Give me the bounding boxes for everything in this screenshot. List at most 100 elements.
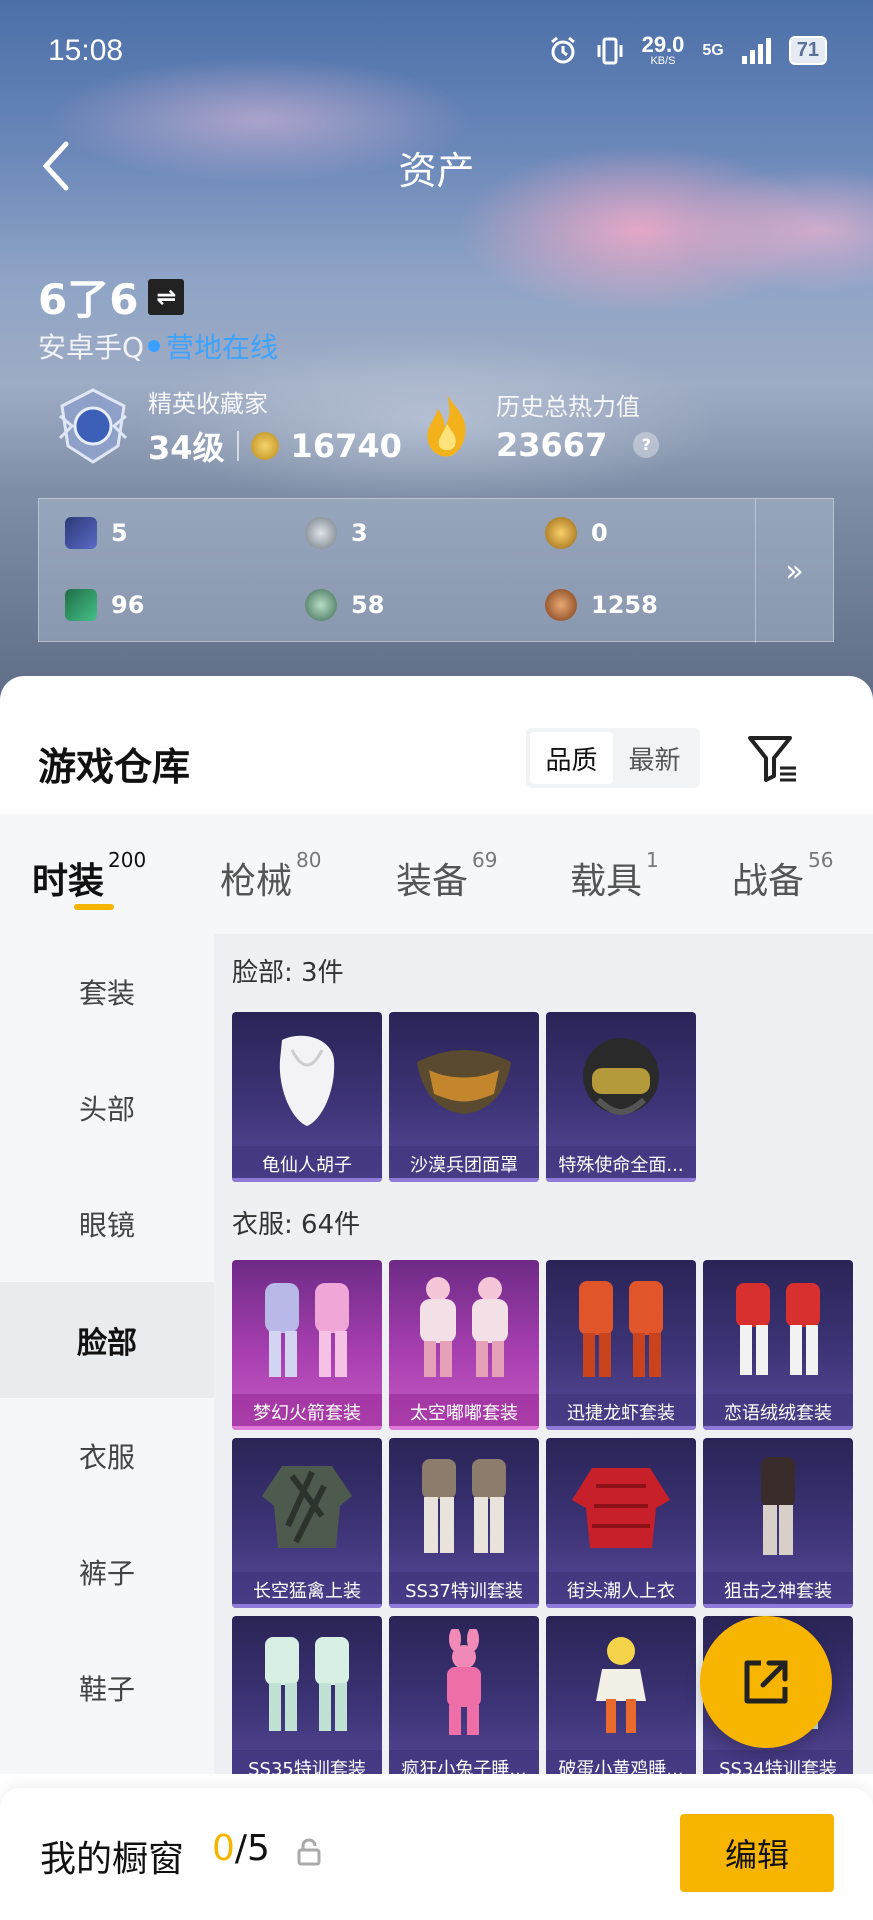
rarity-bar (232, 1426, 382, 1430)
profile-status: 营地在线 (166, 331, 279, 364)
item-card[interactable]: 迅捷龙虾套装 (546, 1260, 696, 1430)
section-label-clothes: 衣服: 64件 (232, 1210, 361, 1240)
bronze-coin-icon (545, 589, 577, 621)
item-card[interactable]: 特殊使命全面... (546, 1012, 696, 1182)
item-card[interactable]: SS37特训套装 (389, 1438, 539, 1608)
share-out-icon (744, 1660, 788, 1704)
rarity-bar (546, 1178, 696, 1182)
currency-more-button[interactable]: » (755, 499, 833, 643)
sidebar-item-head[interactable]: 头部 (0, 1050, 214, 1166)
profile-name: 6了6 (38, 275, 139, 324)
rarity-bar (703, 1604, 853, 1608)
subcategory-sidebar: 套装 头部 眼镜 脸部 衣服 裤子 鞋子 (0, 934, 214, 1774)
battery-indicator: 71 (788, 36, 827, 65)
item-name: 沙漠兵团面罩 (389, 1146, 539, 1182)
rarity-bar (546, 1426, 696, 1430)
currency-value: 3 (351, 519, 368, 547)
edit-button[interactable]: 编辑 (680, 1814, 834, 1892)
currency-item[interactable]: 58 (305, 589, 384, 621)
tab-weapons[interactable]: 枪械 80 (220, 814, 321, 934)
item-card[interactable]: 恋语绒绒套装 (703, 1260, 853, 1430)
help-icon[interactable]: ? (633, 431, 660, 458)
currency-item[interactable]: 1258 (545, 589, 658, 621)
currency-item[interactable]: 96 (65, 589, 144, 621)
warehouse-title: 游戏仓库 (38, 745, 191, 789)
item-card[interactable]: 梦幻火箭套装 (232, 1260, 382, 1430)
white-beard-icon (232, 1012, 382, 1147)
profile-name-row: 6了6 ⇌ (38, 266, 185, 327)
green-card-icon (65, 589, 97, 621)
profile-subline: 安卓手Q 营地在线 (38, 326, 278, 366)
signal-bars-icon (741, 37, 771, 64)
showcase-label: 我的橱窗 (40, 1839, 185, 1880)
lock-icon (297, 1838, 321, 1866)
currency-item[interactable]: 3 (305, 517, 368, 549)
sort-quality-option[interactable]: 品质 (530, 732, 613, 784)
share-button[interactable] (700, 1616, 832, 1748)
item-name: 龟仙人胡子 (232, 1146, 382, 1182)
item-name: 梦幻火箭套装 (232, 1394, 382, 1430)
filter-icon[interactable] (744, 728, 800, 788)
sidebar-item-suit[interactable]: 套装 (0, 934, 214, 1050)
outfit-icon (232, 1260, 382, 1395)
net-speed: 29.0 KB/S (641, 32, 685, 67)
item-name: 长空猛禽上装 (232, 1572, 382, 1608)
online-dot-icon (148, 340, 161, 352)
sidebar-item-shoes[interactable]: 鞋子 (0, 1630, 214, 1746)
currency-value: 5 (111, 519, 128, 547)
outfit-icon (232, 1616, 382, 1751)
heat-stat[interactable]: 历史总热力值 23667 ? (412, 384, 660, 466)
item-name: SS35特训套装 (232, 1750, 382, 1774)
item-card[interactable]: 龟仙人胡子 (232, 1012, 382, 1182)
showcase-count: 0/5 (212, 1828, 270, 1869)
pajama-icon (546, 1616, 696, 1751)
item-name: SS34特训套装 (703, 1750, 853, 1774)
heat-label: 历史总热力值 (496, 392, 640, 421)
item-card[interactable]: 沙漠兵团面罩 (389, 1012, 539, 1182)
item-name: 疯狂小兔子睡... (389, 1750, 539, 1774)
sort-newest-option[interactable]: 最新 (613, 732, 696, 784)
heat-value: 23667 (496, 425, 608, 464)
item-card[interactable]: 破蛋小黄鸡睡... (546, 1616, 696, 1774)
outfit-icon (703, 1438, 853, 1573)
item-name: 狙击之神套装 (703, 1572, 853, 1608)
currency-item[interactable]: 5 (65, 517, 128, 549)
item-name: 恋语绒绒套装 (703, 1394, 853, 1430)
currency-value: 96 (111, 591, 145, 619)
rarity-bar (232, 1604, 382, 1608)
tab-gear[interactable]: 战备 56 (732, 814, 833, 934)
swap-account-icon[interactable]: ⇌ (148, 278, 185, 315)
currency-value: 0 (591, 519, 608, 547)
item-name: 破蛋小黄鸡睡... (546, 1750, 696, 1774)
sidebar-item-face[interactable]: 脸部 (0, 1282, 214, 1398)
collector-points-icon (250, 432, 279, 460)
currency-item[interactable]: 0 (545, 517, 608, 549)
status-time: 15:08 (48, 34, 124, 67)
collector-stat[interactable]: 精英收藏家 34级 16740 (52, 384, 402, 469)
active-tab-indicator (74, 904, 114, 910)
status-icons: 29.0 KB/S 5G 71 (548, 34, 827, 67)
stat-divider (236, 431, 239, 461)
item-card[interactable]: SS35特训套装 (232, 1616, 382, 1774)
item-name: 特殊使命全面... (546, 1146, 696, 1182)
tab-fashion[interactable]: 时装 200 (32, 814, 146, 934)
item-card[interactable]: 狙击之神套装 (703, 1438, 853, 1608)
category-tabs: 时装 200 枪械 80 装备 69 载具 1 战备 56 (0, 814, 873, 934)
item-name: 迅捷龙虾套装 (546, 1394, 696, 1430)
rarity-bar (703, 1426, 853, 1430)
tab-vehicles[interactable]: 载具 1 (570, 814, 659, 934)
sort-toggle: 品质 最新 (526, 728, 700, 788)
item-card[interactable]: 疯狂小兔子睡... (389, 1616, 539, 1774)
tab-equipment[interactable]: 装备 69 (396, 814, 497, 934)
sidebar-item-glasses[interactable]: 眼镜 (0, 1166, 214, 1282)
item-card[interactable]: 长空猛禽上装 (232, 1438, 382, 1608)
sidebar-item-clothes[interactable]: 衣服 (0, 1398, 214, 1514)
rarity-bar (232, 1178, 382, 1182)
collector-level: 34级 (148, 429, 225, 467)
section-label-face: 脸部: 3件 (232, 958, 344, 988)
sidebar-item-pants[interactable]: 裤子 (0, 1514, 214, 1630)
item-card[interactable]: 街头潮人上衣 (546, 1438, 696, 1608)
outfit-icon (389, 1260, 539, 1395)
outfit-icon (389, 1438, 539, 1573)
item-card[interactable]: 太空嘟嘟套装 (389, 1260, 539, 1430)
